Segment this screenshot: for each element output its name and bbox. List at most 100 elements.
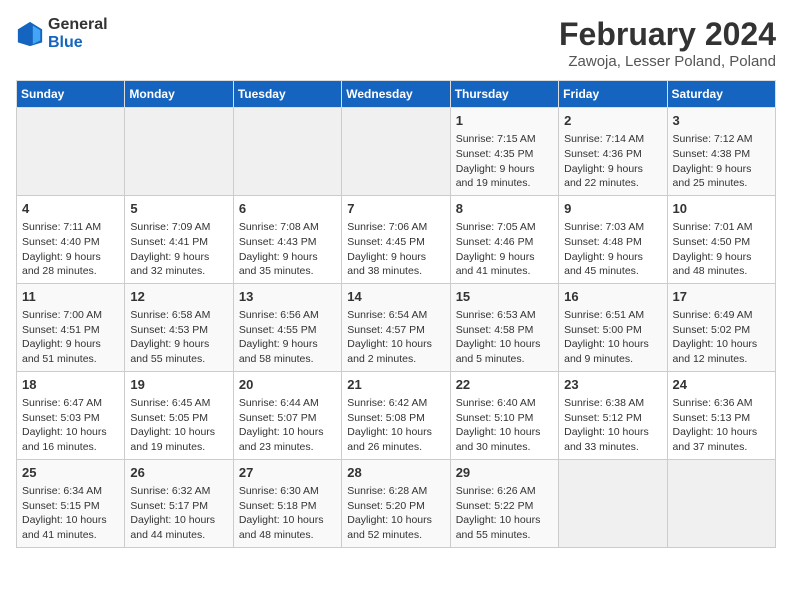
day-info: Sunrise: 7:05 AM Sunset: 4:46 PM Dayligh… [456,220,553,279]
calendar-cell: 12Sunrise: 6:58 AM Sunset: 4:53 PM Dayli… [125,283,233,371]
logo-text: General Blue [48,16,108,52]
calendar-week-row: 11Sunrise: 7:00 AM Sunset: 4:51 PM Dayli… [17,283,776,371]
calendar-cell: 6 Sunrise: 7:08 AM Sunset: 4:43 PM Daylig… [233,195,341,283]
day-info: Sunrise: 7:03 AM Sunset: 4:48 PM Dayligh… [564,220,661,279]
day-info: Sunrise: 6:47 AM Sunset: 5:03 PM Dayligh… [22,396,119,455]
day-info: Sunrise: 6:45 AM Sunset: 5:05 PM Dayligh… [130,396,227,455]
day-info: Sunrise: 7:01 AM Sunset: 4:50 PM Dayligh… [673,220,770,279]
day-info: Sunrise: 7:11 AM Sunset: 4:40 PM Dayligh… [22,220,119,279]
day-number: 24 [673,376,770,394]
day-info: Sunrise: 6:49 AM Sunset: 5:02 PM Dayligh… [673,308,770,367]
day-number: 5 [130,200,227,218]
calendar-cell: 28Sunrise: 6:28 AM Sunset: 5:20 PM Dayli… [342,459,450,547]
day-info: Sunrise: 6:34 AM Sunset: 5:15 PM Dayligh… [22,484,119,543]
day-number: 6 [239,200,336,218]
day-info: Sunrise: 7:14 AM Sunset: 4:36 PM Dayligh… [564,132,661,191]
day-info: Sunrise: 7:00 AM Sunset: 4:51 PM Dayligh… [22,308,119,367]
calendar-cell [233,108,341,196]
calendar-cell: 2 Sunrise: 7:14 AM Sunset: 4:36 PM Daylig… [559,108,667,196]
calendar-cell: 29 Sunrise: 6:26 AM Sunset: 5:22 PM Dayli… [450,459,558,547]
day-number: 25 [22,464,119,482]
weekday-header: Thursday [450,81,558,108]
page-title: February 2024 [559,16,776,53]
calendar-cell: 11Sunrise: 7:00 AM Sunset: 4:51 PM Dayli… [17,283,125,371]
day-info: Sunrise: 6:32 AM Sunset: 5:17 PM Dayligh… [130,484,227,543]
day-number: 1 [456,112,553,130]
calendar-cell: 21 Sunrise: 6:42 AM Sunset: 5:08 PM Dayli… [342,371,450,459]
header: General Blue February 2024 Zawoja, Lesse… [16,16,776,70]
day-info: Sunrise: 6:42 AM Sunset: 5:08 PM Dayligh… [347,396,444,455]
calendar-cell [342,108,450,196]
day-number: 9 [564,200,661,218]
day-number: 27 [239,464,336,482]
day-info: Sunrise: 6:38 AM Sunset: 5:12 PM Dayligh… [564,396,661,455]
calendar-cell [667,459,775,547]
day-number: 21 [347,376,444,394]
day-number: 16 [564,288,661,306]
day-info: Sunrise: 6:26 AM Sunset: 5:22 PM Dayligh… [456,484,553,543]
page-subtitle: Zawoja, Lesser Poland, Poland [559,53,776,70]
day-number: 18 [22,376,119,394]
calendar-cell: 27 Sunrise: 6:30 AM Sunset: 5:18 PM Dayli… [233,459,341,547]
calendar-cell: 18 Sunrise: 6:47 AM Sunset: 5:03 PM Dayli… [17,371,125,459]
calendar-cell: 10Sunrise: 7:01 AM Sunset: 4:50 PM Dayli… [667,195,775,283]
calendar-cell: 22 Sunrise: 6:40 AM Sunset: 5:10 PM Dayli… [450,371,558,459]
calendar-cell: 19Sunrise: 6:45 AM Sunset: 5:05 PM Dayli… [125,371,233,459]
day-number: 4 [22,200,119,218]
logo-icon [16,20,44,48]
day-number: 22 [456,376,553,394]
logo: General Blue [16,16,108,52]
calendar-cell [17,108,125,196]
day-info: Sunrise: 7:08 AM Sunset: 4:43 PM Dayligh… [239,220,336,279]
calendar-cell: 1 Sunrise: 7:15 AM Sunset: 4:35 PM Daylig… [450,108,558,196]
day-number: 8 [456,200,553,218]
day-info: Sunrise: 7:09 AM Sunset: 4:41 PM Dayligh… [130,220,227,279]
calendar-table: SundayMondayTuesdayWednesdayThursdayFrid… [16,80,776,548]
day-number: 28 [347,464,444,482]
calendar-cell: 26 Sunrise: 6:32 AM Sunset: 5:17 PM Dayli… [125,459,233,547]
weekday-header: Saturday [667,81,775,108]
calendar-week-row: 1 Sunrise: 7:15 AM Sunset: 4:35 PM Daylig… [17,108,776,196]
weekday-header: Sunday [17,81,125,108]
day-number: 20 [239,376,336,394]
calendar-cell [125,108,233,196]
weekday-header-row: SundayMondayTuesdayWednesdayThursdayFrid… [17,81,776,108]
title-area: February 2024 Zawoja, Lesser Poland, Pol… [559,16,776,70]
day-info: Sunrise: 6:54 AM Sunset: 4:57 PM Dayligh… [347,308,444,367]
day-info: Sunrise: 6:40 AM Sunset: 5:10 PM Dayligh… [456,396,553,455]
day-number: 3 [673,112,770,130]
calendar-cell: 14 Sunrise: 6:54 AM Sunset: 4:57 PM Dayli… [342,283,450,371]
weekday-header: Monday [125,81,233,108]
day-number: 26 [130,464,227,482]
day-number: 7 [347,200,444,218]
calendar-cell: 24 Sunrise: 6:36 AM Sunset: 5:13 PM Dayli… [667,371,775,459]
day-info: Sunrise: 6:30 AM Sunset: 5:18 PM Dayligh… [239,484,336,543]
calendar-week-row: 4 Sunrise: 7:11 AM Sunset: 4:40 PM Daylig… [17,195,776,283]
day-number: 15 [456,288,553,306]
calendar-cell: 7Sunrise: 7:06 AM Sunset: 4:45 PM Daylig… [342,195,450,283]
day-info: Sunrise: 6:36 AM Sunset: 5:13 PM Dayligh… [673,396,770,455]
day-number: 2 [564,112,661,130]
calendar-cell: 20Sunrise: 6:44 AM Sunset: 5:07 PM Dayli… [233,371,341,459]
calendar-cell: 23 Sunrise: 6:38 AM Sunset: 5:12 PM Dayli… [559,371,667,459]
calendar-cell: 3 Sunrise: 7:12 AM Sunset: 4:38 PM Daylig… [667,108,775,196]
day-info: Sunrise: 6:56 AM Sunset: 4:55 PM Dayligh… [239,308,336,367]
calendar-cell: 9 Sunrise: 7:03 AM Sunset: 4:48 PM Daylig… [559,195,667,283]
calendar-cell: 16Sunrise: 6:51 AM Sunset: 5:00 PM Dayli… [559,283,667,371]
day-info: Sunrise: 6:58 AM Sunset: 4:53 PM Dayligh… [130,308,227,367]
calendar-cell: 4 Sunrise: 7:11 AM Sunset: 4:40 PM Daylig… [17,195,125,283]
weekday-header: Tuesday [233,81,341,108]
calendar-cell: 25 Sunrise: 6:34 AM Sunset: 5:15 PM Dayli… [17,459,125,547]
day-number: 14 [347,288,444,306]
calendar-cell: 15 Sunrise: 6:53 AM Sunset: 4:58 PM Dayli… [450,283,558,371]
calendar-cell: 17 Sunrise: 6:49 AM Sunset: 5:02 PM Dayli… [667,283,775,371]
day-number: 29 [456,464,553,482]
day-number: 17 [673,288,770,306]
calendar-cell [559,459,667,547]
day-info: Sunrise: 7:15 AM Sunset: 4:35 PM Dayligh… [456,132,553,191]
calendar-week-row: 25 Sunrise: 6:34 AM Sunset: 5:15 PM Dayli… [17,459,776,547]
day-info: Sunrise: 6:53 AM Sunset: 4:58 PM Dayligh… [456,308,553,367]
weekday-header: Friday [559,81,667,108]
day-info: Sunrise: 7:12 AM Sunset: 4:38 PM Dayligh… [673,132,770,191]
day-number: 23 [564,376,661,394]
